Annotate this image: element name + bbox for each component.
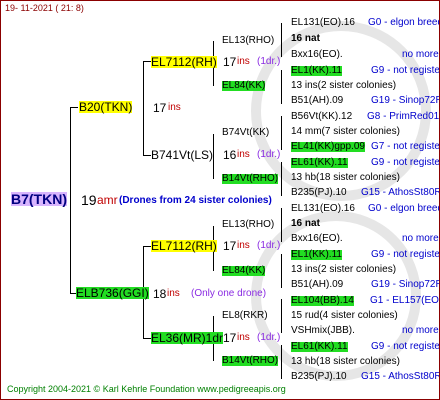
row-19: 15 rud(4 sister colonies)	[291, 310, 398, 321]
root-note: (Drones from 24 sister colonies)	[119, 195, 272, 206]
row-9[interactable]: EL61(KK).11	[291, 158, 348, 168]
row-16: 13 ins(2 sister colonies)	[291, 264, 397, 275]
row-13: 16 nat	[291, 218, 320, 229]
node-mmp[interactable]: EL8(RKR)	[222, 311, 268, 321]
note-pm: (1dr.)	[257, 149, 281, 160]
father-ins: ins	[168, 102, 181, 113]
row-15[interactable]: EL1(KK).11	[291, 250, 342, 260]
node-pm[interactable]: B741Vt(LS)	[151, 149, 213, 161]
ins-pm: ins	[237, 149, 250, 160]
row-3-note: G9 - not registe	[371, 65, 440, 76]
node-mpm[interactable]: EL84(KK)	[222, 266, 266, 276]
row-5[interactable]: B51(AH).09	[291, 96, 343, 106]
node-mpp[interactable]: EL13(RHO)	[222, 220, 274, 230]
row-8-note: G7 - not registe	[371, 141, 440, 152]
row-0[interactable]: EL131(EO).16	[291, 18, 355, 28]
node-pmp[interactable]: B74Vt(KK)	[222, 128, 269, 138]
note-mp: (1dr.)	[257, 240, 281, 251]
ins-mp: ins	[237, 240, 250, 251]
row-20-note: no more	[402, 325, 439, 336]
ins-pp: ins	[237, 56, 250, 67]
row-6[interactable]: B56Vt(KK).12	[291, 112, 352, 122]
row-17[interactable]: B51(AH).09	[291, 280, 343, 290]
mother-ins: ins	[167, 288, 180, 299]
node-mm[interactable]: EL36(MR)1dr	[151, 332, 224, 344]
node-pmm[interactable]: B14Vt(RHO)	[222, 174, 279, 184]
row-12-note: G0 - elgon breed	[368, 203, 440, 214]
num-mp: 17	[223, 239, 237, 253]
row-18-note: G1 - EL157(EO)	[370, 295, 440, 306]
row-20[interactable]: VSHmix(JBB).	[291, 326, 355, 336]
note-mm: (1dr.)	[257, 332, 281, 343]
row-11-note: G15 - AthosSt80R	[361, 187, 440, 198]
num-mm: 17	[223, 331, 237, 345]
row-1: 16 nat	[291, 33, 320, 44]
row-11[interactable]: B235(PJ).10	[291, 188, 347, 198]
ins-mm: ins	[237, 332, 250, 343]
row-7: 14 mm(7 sister colonies)	[291, 126, 400, 137]
row-5-note: G19 - Sinop72R	[371, 95, 440, 106]
row-2-note: no more	[402, 49, 439, 60]
copyright-footer: Copyright 2004-2021 © Karl Kehrle Founda…	[7, 384, 286, 394]
row-18[interactable]: EL104(BB).14	[291, 296, 354, 306]
row-2[interactable]: Bxx16(EO).	[291, 50, 343, 60]
row-22: 13 hb(18 sister colonies)	[291, 356, 400, 367]
row-14-note: no more	[402, 233, 439, 244]
row-21[interactable]: EL61(KK).11	[291, 342, 348, 352]
row-10: 13 hb(18 sister colonies)	[291, 172, 400, 183]
node-ppm[interactable]: EL84(KK)	[222, 81, 266, 91]
num-pm: 16	[223, 148, 237, 162]
row-6-note: G8 - PrimRed01	[367, 111, 440, 122]
root-queen[interactable]: B7(TKN)	[11, 192, 67, 206]
row-17-note: G19 - Sinop72R	[371, 279, 440, 290]
row-8[interactable]: EL41(KK)gpp.09	[291, 142, 365, 152]
row-23-note: G15 - AthosSt80R	[361, 371, 440, 382]
mother-note: (Only one drone)	[191, 288, 267, 299]
node-mp[interactable]: EL7112(RH)	[151, 240, 217, 252]
timestamp: 19- 11-2021 ( 21: 8)	[5, 3, 84, 13]
father-node[interactable]: B20(TKN)	[79, 101, 133, 113]
note-pp: (1dr.)	[257, 56, 281, 67]
mother-num: 18	[153, 287, 167, 301]
row-9-note: G9 - not registe	[371, 157, 440, 168]
root-ins: amr	[97, 193, 118, 207]
row-15-note: G9 - not registe	[371, 249, 440, 260]
row-14[interactable]: Bxx16(EO).	[291, 234, 343, 244]
father-num: 17	[153, 101, 167, 115]
row-12[interactable]: EL131(EO).16	[291, 204, 355, 214]
row-21-note: G9 - not registe	[371, 341, 440, 352]
pedigree-frame: 19- 11-2021 ( 21: 8) B7(TKN) 19 amr (Dro…	[0, 0, 440, 400]
row-3[interactable]: EL1(KK).11	[291, 66, 342, 76]
num-pp: 17	[223, 55, 237, 69]
row-4: 13 ins(2 sister colonies)	[291, 80, 397, 91]
node-pp[interactable]: EL7112(RH)	[151, 56, 217, 68]
row-23[interactable]: B235(PJ).10	[291, 372, 347, 382]
root-num: 19	[81, 192, 97, 208]
mother-node[interactable]: ELB736(GGI)	[76, 287, 149, 299]
node-mmm[interactable]: B14Vt(RHO)	[222, 356, 279, 366]
row-0-note: G0 - elgon breed	[368, 17, 440, 28]
node-ppp[interactable]: EL13(RHO)	[222, 36, 274, 46]
